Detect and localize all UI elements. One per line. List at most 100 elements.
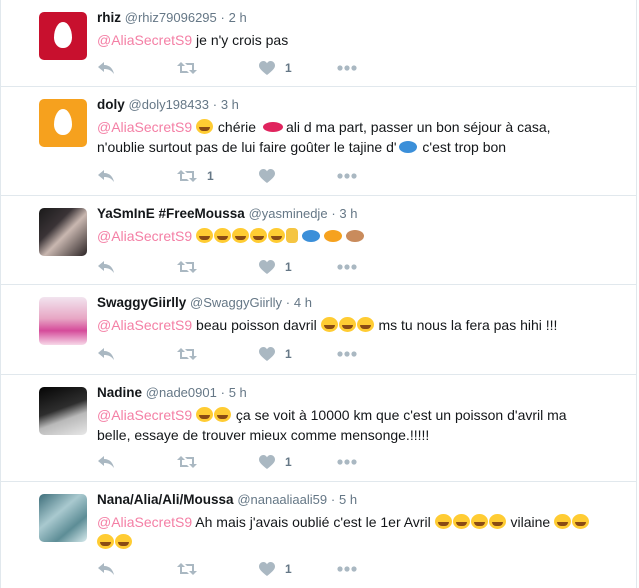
like-button[interactable]: [259, 166, 285, 186]
mention-link[interactable]: @AliaSecretS9: [97, 119, 192, 135]
heart-icon: [259, 259, 275, 274]
reply-button[interactable]: [97, 452, 115, 472]
username[interactable]: @nade0901: [146, 385, 217, 400]
heart-icon: [259, 561, 275, 576]
mention-link[interactable]: @AliaSecretS9: [97, 514, 192, 530]
reply-button[interactable]: [97, 166, 115, 186]
like-button[interactable]: 1: [259, 257, 292, 277]
avatar[interactable]: [39, 494, 87, 542]
reply-button[interactable]: [97, 257, 115, 277]
mention-link[interactable]: @AliaSecretS9: [97, 317, 192, 333]
timestamp[interactable]: 5 h: [229, 385, 247, 400]
timestamp[interactable]: 2 h: [229, 10, 247, 25]
laughing-emoji: [214, 228, 232, 243]
timestamp[interactable]: 3 h: [221, 97, 239, 112]
reply-icon: [98, 348, 114, 360]
tweet-timeline: rhiz @rhiz79096295 · 2 h @AliaSecretS9 j…: [0, 0, 637, 588]
laughing-emoji: [554, 514, 572, 529]
tweet-text: @AliaSecretS9 beau poisson davril ms tu …: [97, 317, 558, 333]
laughing-emoji: [268, 228, 286, 243]
more-button[interactable]: [337, 559, 357, 579]
laughing-emoji: [356, 317, 374, 332]
reply-button[interactable]: [97, 344, 115, 364]
tweet-actions: 1: [97, 58, 377, 78]
tweet-actions: 1: [97, 257, 377, 277]
retweet-button[interactable]: [177, 257, 207, 277]
separator: ·: [285, 295, 291, 310]
timestamp[interactable]: 5 h: [339, 492, 357, 507]
heart-icon: [259, 168, 275, 183]
laughing-emoji: [470, 514, 488, 529]
like-button[interactable]: 1: [259, 559, 292, 579]
username[interactable]: @rhiz79096295: [125, 10, 217, 25]
reply-button[interactable]: [97, 58, 115, 78]
mention-link[interactable]: @AliaSecretS9: [97, 32, 192, 48]
retweet-count: 1: [207, 169, 214, 183]
tweet-header: Nana/Alia/Ali/Moussa @nanaaliaali59 · 5 …: [97, 492, 357, 507]
avatar[interactable]: [39, 12, 87, 60]
like-button[interactable]: 1: [259, 58, 292, 78]
like-count: 1: [285, 61, 292, 75]
heart-icon: [259, 60, 275, 75]
like-button[interactable]: 1: [259, 344, 292, 364]
tweet[interactable]: YaSmInE #FreeMoussa @yasminedje · 3 h @A…: [1, 196, 636, 285]
laughing-emoji: [232, 228, 250, 243]
timestamp[interactable]: 3 h: [339, 206, 357, 221]
display-name[interactable]: rhiz: [97, 10, 121, 25]
laughing-emoji: [434, 514, 452, 529]
like-button[interactable]: 1: [259, 452, 292, 472]
mention-link[interactable]: @AliaSecretS9: [97, 228, 192, 244]
username[interactable]: @nanaaliaali59: [237, 492, 327, 507]
tweet-actions: 1: [97, 559, 377, 579]
timestamp[interactable]: 4 h: [294, 295, 312, 310]
more-button[interactable]: [337, 344, 357, 364]
display-name[interactable]: YaSmInE #FreeMoussa: [97, 206, 245, 221]
username[interactable]: @SwaggyGiirlly: [190, 295, 282, 310]
tweet-header: rhiz @rhiz79096295 · 2 h: [97, 10, 247, 25]
retweet-icon: [177, 170, 197, 182]
retweet-button[interactable]: [177, 344, 207, 364]
display-name[interactable]: SwaggyGiirlly: [97, 295, 186, 310]
retweet-button[interactable]: 1: [177, 166, 214, 186]
reply-icon: [98, 456, 114, 468]
tweet[interactable]: SwaggyGiirlly @SwaggyGiirlly · 4 h @Alia…: [1, 285, 636, 375]
more-button[interactable]: [337, 58, 357, 78]
tweet-text: @AliaSecretS9 chérie ali d ma part, pass…: [97, 119, 551, 155]
heart-icon: [259, 346, 275, 361]
username[interactable]: @doly198433: [129, 97, 209, 112]
display-name[interactable]: Nadine: [97, 385, 142, 400]
display-name[interactable]: doly: [97, 97, 125, 112]
like-count: 1: [285, 347, 292, 361]
retweet-icon: [177, 348, 197, 360]
avatar[interactable]: [39, 99, 87, 147]
reply-button[interactable]: [97, 559, 115, 579]
more-icon: [337, 264, 357, 270]
tweet[interactable]: rhiz @rhiz79096295 · 2 h @AliaSecretS9 j…: [1, 0, 636, 87]
mention-link[interactable]: @AliaSecretS9: [97, 407, 192, 423]
display-name[interactable]: Nana/Alia/Ali/Moussa: [97, 492, 234, 507]
avatar[interactable]: [39, 297, 87, 345]
retweet-button[interactable]: [177, 559, 207, 579]
tweet[interactable]: Nana/Alia/Ali/Moussa @nanaaliaali59 · 5 …: [1, 482, 636, 588]
more-button[interactable]: [337, 452, 357, 472]
more-icon: [337, 459, 357, 465]
username[interactable]: @yasminedje: [249, 206, 328, 221]
retweet-button[interactable]: [177, 452, 207, 472]
tweet-header: SwaggyGiirlly @SwaggyGiirlly · 4 h: [97, 295, 312, 310]
laughing-emoji: [338, 317, 356, 332]
reply-icon: [98, 62, 114, 74]
tweet[interactable]: doly @doly198433 · 3 h @AliaSecretS9 ché…: [1, 87, 636, 196]
avatar[interactable]: [39, 387, 87, 435]
tweet[interactable]: Nadine @nade0901 · 5 h @AliaSecretS9 ça …: [1, 375, 636, 482]
laughing-emoji: [196, 407, 214, 422]
more-button[interactable]: [337, 257, 357, 277]
more-icon: [337, 351, 357, 357]
default-egg-icon: [54, 109, 72, 135]
laughing-emoji: [214, 407, 232, 422]
avatar[interactable]: [39, 208, 87, 256]
laughing-emoji: [196, 119, 214, 134]
more-button[interactable]: [337, 166, 357, 186]
heart-icon: [259, 454, 275, 469]
retweet-icon: [177, 261, 197, 273]
retweet-button[interactable]: [177, 58, 207, 78]
